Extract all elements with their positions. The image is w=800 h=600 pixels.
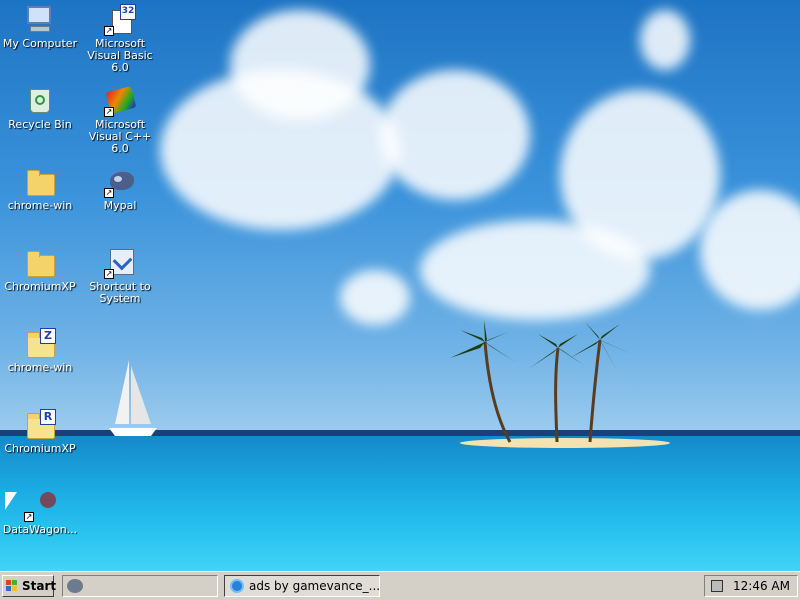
desktop-icon-recycle-bin[interactable]: Recycle Bin — [0, 85, 80, 131]
wallpaper-sea — [0, 436, 800, 571]
mouse-cursor-icon — [5, 492, 17, 510]
zip-folder-icon: Z — [24, 328, 56, 360]
cloud — [380, 70, 530, 200]
quick-launch-icon[interactable] — [67, 579, 83, 593]
quick-launch-bar — [62, 575, 218, 597]
cloud — [640, 10, 690, 70]
shortcut-arrow-icon: ↗ — [104, 269, 114, 279]
cloud — [340, 270, 410, 325]
tray-icon[interactable] — [711, 580, 723, 592]
datawagon-icon: ↗ — [24, 490, 56, 522]
mypal-icon: ↗ — [104, 166, 136, 198]
vb-32-badge: 32 — [120, 4, 136, 20]
desktop-icon-chromiumxp-folder[interactable]: ChromiumXP — [0, 247, 80, 293]
rar-folder-icon: R — [24, 409, 56, 441]
visual-cpp-icon: ↗ — [104, 85, 137, 117]
desktop-icon-chromiumxp-rar[interactable]: R ChromiumXP — [0, 409, 80, 455]
desktop-icon-mypal[interactable]: ↗ Mypal — [80, 166, 160, 212]
taskbar: Start ads by gamevance_... 12:46 AM — [0, 571, 800, 600]
palm-trees — [450, 320, 632, 443]
clock[interactable]: 12:46 AM — [733, 576, 790, 596]
my-computer-icon — [24, 4, 56, 36]
internet-explorer-icon — [230, 579, 244, 593]
desktop-icon-chrome-win-zip[interactable]: Z chrome-win — [0, 328, 80, 374]
shortcut-arrow-icon: ↗ — [24, 512, 34, 522]
folder-icon — [24, 247, 56, 279]
desktop-icon-shortcut-system[interactable]: ↗ Shortcut to System — [80, 247, 160, 305]
system-shortcut-icon: ↗ — [104, 247, 136, 279]
windows-logo-icon — [6, 580, 18, 592]
system-tray: 12:46 AM — [704, 575, 798, 597]
recycle-bin-icon — [24, 85, 56, 117]
desktop-icon-chrome-win-folder[interactable]: chrome-win — [0, 166, 80, 212]
desktop-icon-visual-cpp[interactable]: ↗ Microsoft Visual C++ 6.0 — [80, 85, 160, 155]
shortcut-arrow-icon: ↗ — [104, 26, 114, 36]
desktop-icon-visual-basic[interactable]: 32 ↗ Microsoft Visual Basic 6.0 — [80, 4, 160, 74]
visual-basic-icon: 32 ↗ — [104, 4, 136, 36]
sailboat — [109, 360, 157, 436]
desktop-icon-my-computer[interactable]: My Computer — [0, 4, 80, 50]
shortcut-arrow-icon: ↗ — [104, 107, 114, 117]
task-button-ads[interactable]: ads by gamevance_... — [224, 575, 380, 597]
folder-icon — [24, 166, 56, 198]
start-button[interactable]: Start — [2, 575, 56, 597]
shortcut-arrow-icon: ↗ — [104, 188, 114, 198]
cloud — [230, 10, 370, 120]
cloud — [420, 220, 650, 320]
